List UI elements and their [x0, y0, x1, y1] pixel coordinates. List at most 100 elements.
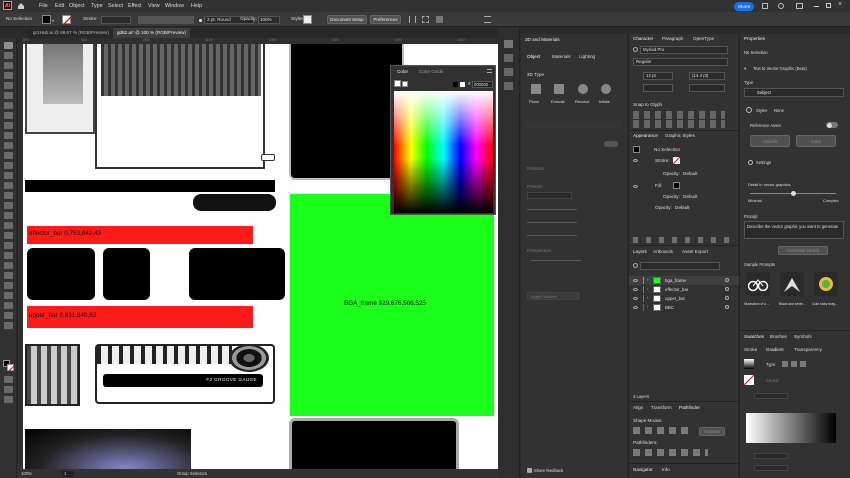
generate-button[interactable]: Generate (Beta)	[778, 246, 828, 255]
subtab-materials[interactable]: Materials	[552, 54, 571, 59]
tab-info[interactable]: Info	[662, 467, 670, 472]
paintbrush-tool-icon[interactable]	[4, 132, 13, 139]
menu-select[interactable]: Select	[108, 3, 123, 9]
chevron-right-icon[interactable]: ›	[647, 286, 648, 291]
lasso-tool-icon[interactable]	[4, 72, 13, 79]
gradient-slider-bar[interactable]	[746, 413, 836, 443]
menu-view[interactable]: View	[148, 3, 160, 9]
gauge-left-block[interactable]	[25, 344, 80, 406]
menu-type[interactable]: Type	[91, 3, 103, 9]
tab-artboards[interactable]: Artboards	[653, 249, 673, 254]
rectangle-tool-icon[interactable]	[4, 122, 13, 129]
detail-slider[interactable]	[750, 191, 836, 196]
draw-mode-icon[interactable]	[4, 386, 13, 393]
search-icon[interactable]	[778, 3, 784, 9]
document-setup-button[interactable]: Document Setup	[327, 15, 367, 24]
opacity-input[interactable]: 100%	[258, 16, 280, 24]
tab-gradient[interactable]: Gradient	[766, 347, 784, 352]
subtab-lighting[interactable]: Lighting	[579, 54, 595, 59]
menu-file[interactable]: File	[39, 3, 48, 9]
fill-dropdown-icon[interactable]: ▾	[52, 18, 54, 23]
plane-icon[interactable]	[531, 84, 541, 94]
font-style-dropdown[interactable]: Regular	[633, 58, 728, 66]
mesh-tool-icon[interactable]	[4, 222, 13, 229]
color-fill-swatch[interactable]	[394, 80, 401, 87]
maximize-icon[interactable]	[826, 3, 831, 8]
sample-bicycle-icon[interactable]	[746, 272, 770, 296]
panel-icon-symbols[interactable]	[504, 68, 513, 76]
upper-bar[interactable]: upper_bar 0,931,840,62	[27, 306, 253, 328]
font-search-icon[interactable]	[633, 47, 638, 52]
appearance-actions[interactable]	[633, 237, 729, 243]
fill-swatch[interactable]	[42, 15, 51, 24]
effector-bar[interactable]: effector_bar 0,753,842,43	[27, 226, 253, 244]
type-dropdown[interactable]: Subject	[744, 88, 844, 97]
layer-target-icon[interactable]	[725, 296, 729, 300]
eye-icon[interactable]	[633, 306, 638, 309]
gradient-stop-input[interactable]	[754, 453, 788, 459]
presets-dropdown[interactable]	[527, 192, 572, 199]
pen-tool-icon[interactable]	[4, 82, 13, 89]
zoom-tool-icon[interactable]	[4, 312, 13, 319]
rotate-z-slider[interactable]	[527, 235, 577, 236]
eye-icon[interactable]	[633, 297, 638, 300]
layer-row[interactable]: › bga_frame	[629, 276, 739, 285]
kerning-input[interactable]	[643, 84, 673, 92]
cap-toggle[interactable]	[604, 141, 618, 147]
menu-edit[interactable]: Edit	[55, 3, 64, 9]
menu-object[interactable]: Object	[69, 3, 85, 9]
perspective-slider[interactable]	[531, 260, 581, 261]
tracking-input[interactable]	[689, 84, 725, 92]
menu-window[interactable]: Window	[165, 3, 184, 9]
variable-width-input[interactable]	[138, 16, 194, 24]
tab-color[interactable]: Color	[397, 69, 408, 74]
font-family-dropdown[interactable]: Myriad Pro	[640, 46, 728, 54]
hand-tool-icon[interactable]	[4, 302, 13, 309]
preferences-button[interactable]: Preferences	[370, 15, 401, 24]
sample-dragon-icon[interactable]	[814, 272, 838, 296]
black-tile-1[interactable]	[27, 248, 95, 300]
reference-toggle[interactable]	[826, 122, 838, 128]
tab-color-guide[interactable]: Color Guide	[419, 69, 444, 74]
tab-character[interactable]: Character	[633, 36, 653, 41]
line-tool-icon[interactable]	[4, 112, 13, 119]
tab-navigator[interactable]: Navigator	[633, 467, 653, 472]
font-size-input[interactable]: 12 pt	[643, 72, 673, 80]
menu-toggle-icon[interactable]	[484, 16, 491, 23]
gradient-location-input[interactable]	[754, 465, 788, 471]
bottom-visualizer[interactable]	[25, 429, 191, 469]
curvature-tool-icon[interactable]	[4, 92, 13, 99]
tab-graphic-styles[interactable]: Graphic Styles	[665, 133, 695, 138]
appearance-fill-swatch[interactable]	[673, 182, 680, 189]
pencil-tool-icon[interactable]	[4, 142, 13, 149]
gradient-stroke-swatch[interactable]	[743, 374, 755, 386]
width-tool-icon[interactable]	[4, 182, 13, 189]
black-swatch[interactable]	[453, 82, 458, 87]
selection-tool-icon[interactable]	[4, 42, 13, 49]
stroke-color-icon[interactable]	[7, 364, 16, 373]
gradient-tool-icon[interactable]	[4, 232, 13, 239]
layers-search-icon[interactable]	[633, 263, 638, 268]
stroke-swatch[interactable]	[62, 15, 73, 26]
expand-button[interactable]: Expand	[699, 427, 725, 436]
transform-icon[interactable]	[422, 16, 429, 23]
shape-mode-icons[interactable]	[633, 427, 688, 434]
tab-paragraph[interactable]: Paragraph	[662, 36, 683, 41]
gradient-type-icons[interactable]	[782, 361, 806, 367]
layer-target-icon[interactable]	[725, 305, 729, 309]
chevron-right-icon[interactable]: ›	[647, 304, 648, 309]
opacity-row-value-2[interactable]: Default	[683, 194, 698, 199]
color-mode-icon[interactable]	[4, 376, 13, 383]
eraser-tool-icon[interactable]	[4, 152, 13, 159]
tab-opentype[interactable]: OpenType	[693, 36, 714, 41]
share-button[interactable]: Share	[734, 2, 754, 11]
leading-input[interactable]: (14.4 pt)	[689, 72, 725, 80]
more-tools-icon[interactable]	[4, 322, 13, 329]
tab-brushes[interactable]: Brushes	[770, 334, 787, 339]
opacity-row-value-1[interactable]: Default	[683, 171, 698, 176]
tab-transform[interactable]: Transform	[651, 405, 672, 410]
tab-gr1hub[interactable]: gr1Hub.ai @ 66.67 % (RGB/Preview)	[29, 28, 113, 38]
artboard-nav[interactable]: 1	[62, 471, 74, 477]
tab-stroke[interactable]: Stroke	[744, 347, 757, 352]
tab-layers[interactable]: Layers	[633, 249, 647, 254]
